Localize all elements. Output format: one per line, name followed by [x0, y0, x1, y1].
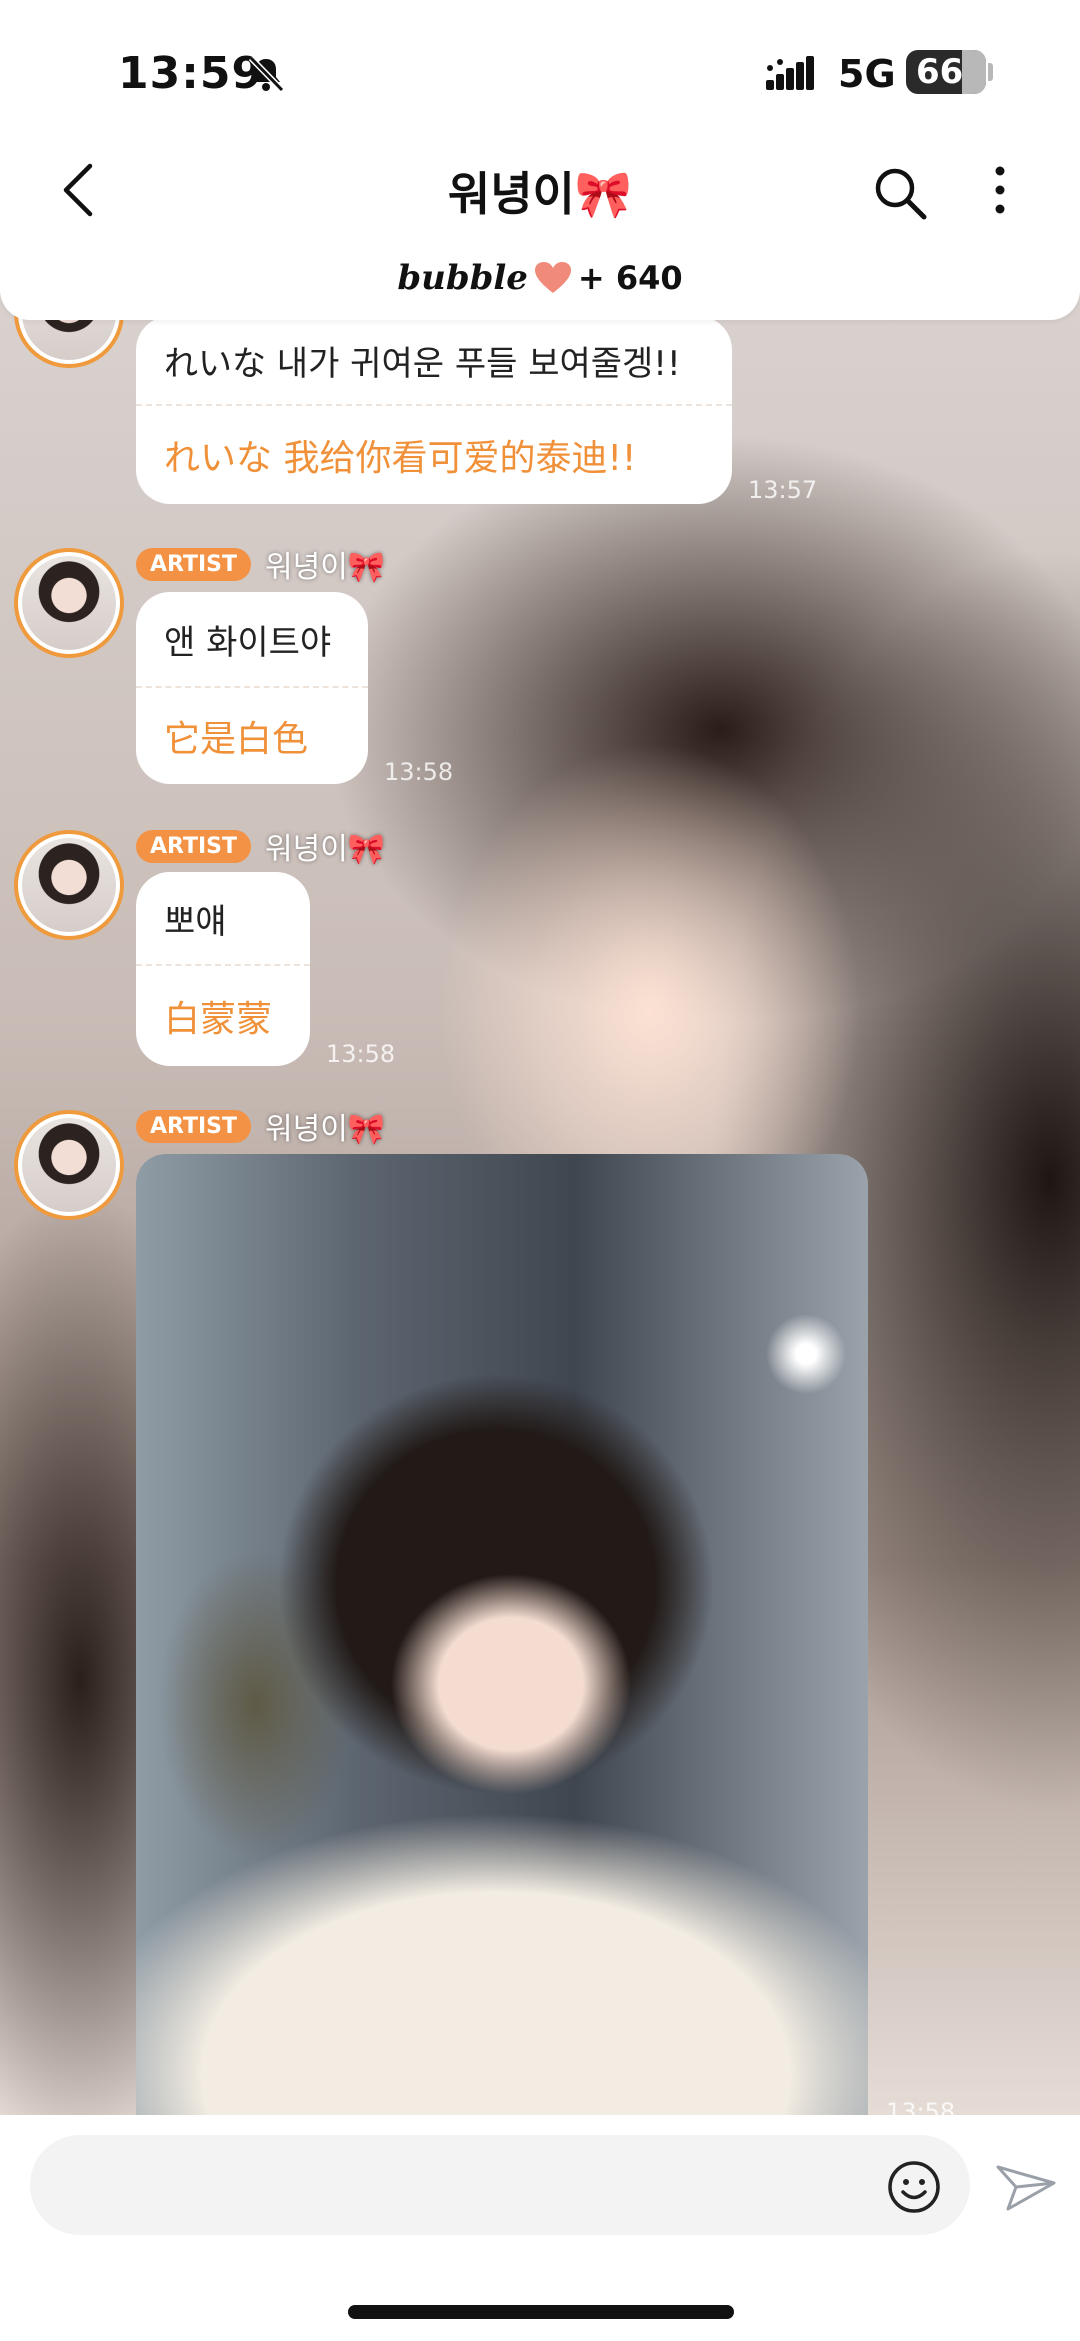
message-timestamp: 13:57: [748, 476, 818, 504]
message-timestamp: 13:58: [326, 1040, 396, 1068]
bow-emoji: 🎀: [574, 167, 633, 221]
battery-cap: [988, 63, 993, 81]
battery-indicator: 66: [906, 50, 986, 94]
bubble-count-row[interactable]: bubble + 640: [0, 258, 1080, 298]
message-original-text: 뽀얘: [164, 901, 227, 942]
artist-badge: ARTIST: [136, 547, 252, 581]
message-timestamp: 13:58: [384, 758, 454, 786]
message-bubble[interactable]: れいな 내가 귀여운 푸들 보여줄겡!! れいな 我给你看可爱的泰迪!!: [136, 316, 732, 504]
message-original-text: れいな 내가 귀여운 푸들 보여줄겡!!: [164, 343, 681, 384]
message-original-text: 앤 화이트야: [164, 622, 332, 663]
sender-name: 워녕이🎀: [265, 832, 386, 867]
photo-message[interactable]: [136, 1154, 868, 2115]
sender-name: 워녕이🎀: [265, 1112, 386, 1147]
heart-icon: [534, 262, 571, 293]
message-bubble[interactable]: 앤 화이트야 它是白色: [136, 592, 368, 784]
artist-avatar[interactable]: [14, 1110, 124, 1220]
status-time: 13:59: [118, 48, 264, 99]
bell-muted-icon: [248, 55, 285, 93]
bubble-logo: bubble: [397, 258, 528, 298]
smiley-icon[interactable]: [886, 2159, 942, 2215]
artist-avatar[interactable]: [14, 830, 124, 940]
header: 13:59 5G 66 워녕이🎀 bubble + 640: [0, 0, 1080, 320]
send-paper-plane-icon[interactable]: [994, 2161, 1058, 2213]
signal-bars-icon: [766, 56, 814, 90]
message-input[interactable]: [30, 2135, 970, 2235]
more-vertical-icon[interactable]: [992, 165, 1008, 215]
artist-badge: ARTIST: [136, 829, 252, 863]
sender-row: ARTIST 워녕이🎀: [136, 824, 385, 867]
input-bar: [0, 2115, 1080, 2341]
battery-level: 66: [916, 52, 964, 92]
bubble-count: + 640: [577, 259, 683, 297]
sender-row: ARTIST 워녕이🎀: [136, 1104, 385, 1147]
search-icon[interactable]: [872, 165, 928, 221]
artist-badge: ARTIST: [136, 1109, 252, 1143]
sender-name: 워녕이🎀: [265, 550, 386, 585]
message-translation-text: 它是白色: [136, 686, 368, 784]
network-type: 5G: [838, 52, 896, 96]
sender-row: ARTIST 워녕이🎀: [136, 542, 385, 585]
message-bubble[interactable]: 뽀얘 白蒙蒙: [136, 872, 310, 1066]
message-translation-text: れいな 我给你看可爱的泰迪!!: [136, 404, 732, 504]
message-translation-text: 白蒙蒙: [136, 964, 310, 1066]
artist-avatar[interactable]: [14, 548, 124, 658]
home-indicator: [348, 2305, 734, 2319]
